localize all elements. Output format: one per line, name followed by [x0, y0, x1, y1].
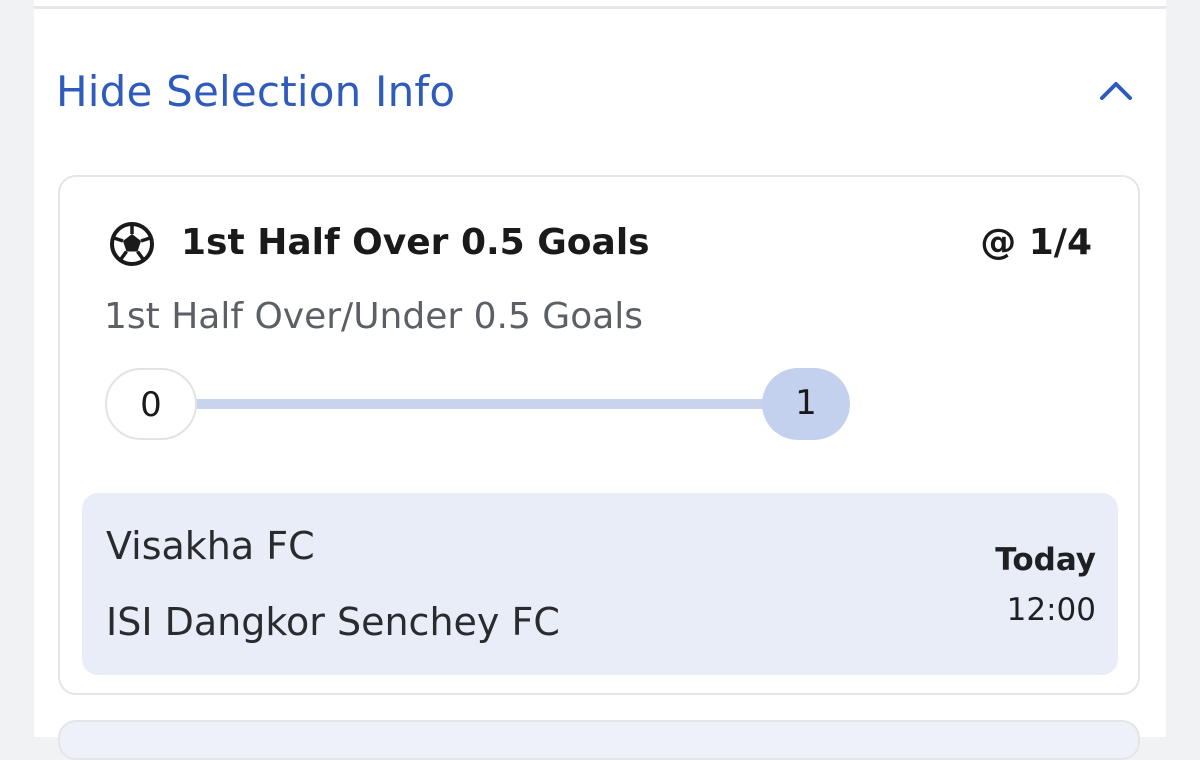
next-selection-card: [58, 720, 1140, 760]
progress-end-node: 1: [762, 368, 850, 440]
divider: [34, 6, 1166, 9]
market-name: 1st Half Over/Under 0.5 Goals: [104, 296, 644, 337]
event-day: Today: [995, 542, 1096, 578]
hide-selection-info-toggle[interactable]: Hide Selection Info: [34, 50, 1166, 134]
bet-slip-panel: Hide Selection Info 1st Half Over 0.5 Go…: [34, 0, 1166, 760]
progress-track: [144, 399, 804, 409]
chevron-up-icon[interactable]: [1098, 78, 1134, 102]
football-icon: [110, 222, 154, 266]
progress-start-node: 0: [105, 368, 197, 440]
away-team: ISI Dangkor Senchey FC: [106, 600, 560, 644]
event-info[interactable]: Visakha FC ISI Dangkor Senchey FC Today …: [82, 493, 1118, 675]
selection-name: 1st Half Over 0.5 Goals: [181, 222, 650, 263]
selection-odds: @ 1/4: [980, 222, 1092, 263]
event-time: 12:00: [1006, 592, 1096, 628]
toggle-label: Hide Selection Info: [56, 67, 456, 116]
home-team: Visakha FC: [106, 524, 315, 568]
progress-fill: [144, 399, 804, 409]
selection-card: 1st Half Over 0.5 Goals @ 1/4 1st Half O…: [58, 175, 1140, 695]
